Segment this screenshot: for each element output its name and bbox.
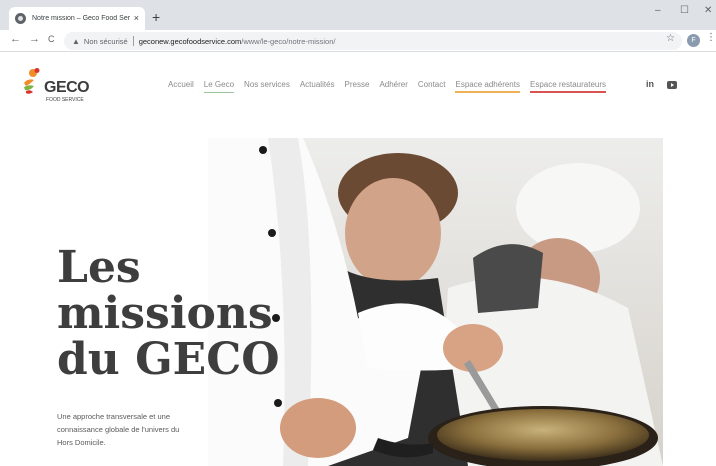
hero-title: Les missions du GECO [55, 242, 280, 385]
url-host[interactable]: geconew.gecofoodservice.com [139, 37, 242, 46]
tab-close-icon[interactable]: × [134, 14, 139, 23]
web-page: GECO FOOD SERVICE Accueil Le Geco Nos se… [0, 53, 716, 466]
nav-le-geco[interactable]: Le Geco [203, 80, 235, 93]
hero-title-line-2: missions [55, 288, 277, 339]
linkedin-icon[interactable]: in [646, 80, 654, 89]
nav-contact[interactable]: Contact [418, 80, 446, 93]
nav-actualites[interactable]: Actualités [300, 80, 335, 93]
hero-description: Une approche transversale et une connais… [57, 412, 180, 447]
minimize-icon[interactable]: – [655, 6, 661, 16]
browser-toolbar: ← → C ▲ Non sécurisé geconew.gecofoodser… [0, 30, 716, 52]
forward-arrow-icon[interactable]: → [29, 34, 40, 45]
security-label[interactable]: Non sécurisé [84, 37, 128, 46]
url-path[interactable]: /www/le-geco/notre-mission/ [241, 37, 335, 46]
main-navigation: Accueil Le Geco Nos services Actualités … [168, 80, 607, 93]
globe-icon [15, 13, 26, 24]
nav-espace-restaurateurs[interactable]: Espace restaurateurs [529, 80, 607, 93]
tab-title: Notre mission – Geco Food Serv [32, 15, 130, 22]
hero-title-line-3: du GECO [57, 334, 280, 385]
nav-accueil[interactable]: Accueil [168, 80, 194, 93]
nav-adherer[interactable]: Adhérer [379, 80, 407, 93]
geco-logo-mark-icon [24, 68, 40, 94]
site-logo[interactable]: GECO FOOD SERVICE [22, 67, 102, 103]
reload-icon[interactable]: C [48, 35, 55, 44]
browser-tab[interactable]: Notre mission – Geco Food Serv × [9, 7, 145, 30]
warning-icon[interactable]: ▲ [72, 37, 80, 46]
youtube-icon[interactable] [667, 81, 677, 89]
nav-espace-adherents[interactable]: Espace adhérents [455, 80, 520, 93]
address-divider [132, 36, 134, 46]
browser-menu-icon[interactable]: ⋮ [706, 33, 716, 43]
profile-avatar[interactable]: F [687, 34, 700, 47]
new-tab-button[interactable]: + [152, 10, 160, 24]
browser-tab-strip: Notre mission – Geco Food Serv × + – ☐ ✕ [0, 0, 716, 30]
address-bar[interactable]: ▲ Non sécurisé geconew.gecofoodservice.c… [64, 32, 682, 50]
logo-wordmark: GECO [44, 79, 90, 96]
nav-presse[interactable]: Presse [345, 80, 370, 93]
maximize-icon[interactable]: ☐ [680, 6, 689, 16]
nav-nos-services[interactable]: Nos services [244, 80, 290, 93]
logo-subtitle: FOOD SERVICE [46, 97, 84, 103]
bookmark-star-icon[interactable]: ☆ [666, 34, 675, 44]
back-arrow-icon[interactable]: ← [10, 34, 21, 45]
hero-title-line-1: Les [57, 242, 141, 293]
close-window-icon[interactable]: ✕ [704, 6, 712, 16]
